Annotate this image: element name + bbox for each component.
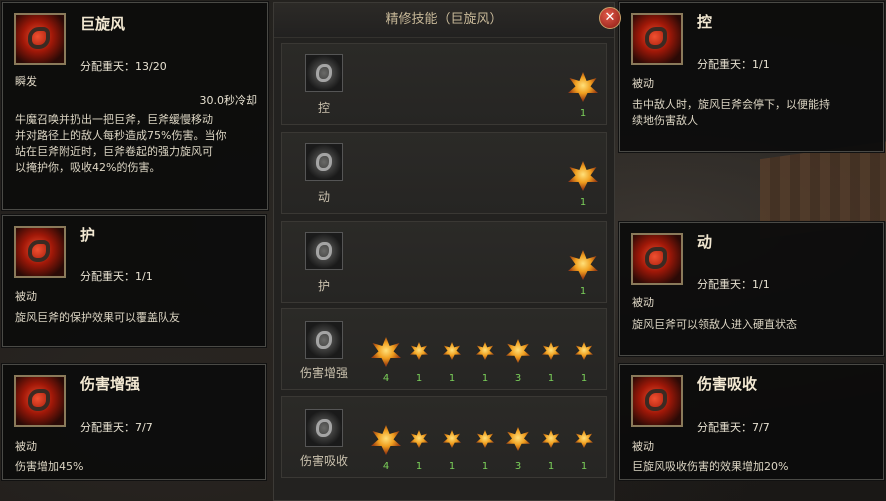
tooltip-name: 控 <box>697 13 713 31</box>
refine-star[interactable] <box>506 339 530 363</box>
refine-row-kong[interactable]: 控 1 <box>281 43 607 125</box>
tooltip-name: 动 <box>697 233 713 251</box>
tooltip-damage-absorb: 伤害吸收 分配重天：7/7 被动 巨旋风吸收伤害的效果增加20% <box>619 364 884 480</box>
close-button[interactable]: ✕ <box>599 7 621 29</box>
star-count: 1 <box>579 197 587 208</box>
tooltip-type: 被动 <box>15 440 37 453</box>
tooltip-type: 被动 <box>632 77 654 90</box>
tooltip-name: 伤害吸收 <box>697 375 758 393</box>
tooltip-type: 瞬发 <box>15 75 37 88</box>
row-label: 控 <box>317 101 330 115</box>
tooltip-kong: 控 分配重天：1/1 被动 击中敌人时，旋风巨斧会停下，以便能持 续地伤害敌人 <box>619 2 884 152</box>
tooltip-alloc: 分配重天：13/20 <box>80 60 167 73</box>
refine-star[interactable] <box>575 430 593 448</box>
refine-row-hu[interactable]: 护 1 <box>281 221 607 303</box>
tooltip-dong: 动 分配重天：1/1 被动 旋风巨斧可以领敌人进入硬直状态 <box>619 222 884 356</box>
refine-star[interactable] <box>476 430 494 448</box>
refine-star[interactable] <box>443 430 461 448</box>
star-count: 1 <box>580 461 588 472</box>
tooltip-name: 巨旋风 <box>80 15 126 33</box>
refine-skill-panel: 精修技能（巨旋风） 控 1 动 1 护 1 伤害增强 4 1 1 1 3 1 1 <box>273 2 615 501</box>
tooltip-alloc: 分配重天：1/1 <box>697 58 770 71</box>
star-count: 1 <box>579 108 587 119</box>
description-line: 伤害增加45% <box>15 460 84 473</box>
skill-icon <box>305 143 343 181</box>
panel-title: 精修技能（巨旋风） <box>274 3 614 38</box>
tooltip-description: 旋风巨斧可以领敌人进入硬直状态 <box>632 317 877 333</box>
refine-star[interactable] <box>410 342 428 360</box>
refine-row-damage-absorb[interactable]: 伤害吸收 4 1 1 1 3 1 1 <box>281 396 607 478</box>
row-label: 伤害吸收 <box>299 454 348 468</box>
tooltip-alloc: 分配重天：1/1 <box>697 278 770 291</box>
refine-row-damage-boost[interactable]: 伤害增强 4 1 1 1 3 1 1 <box>281 308 607 390</box>
tooltip-alloc: 分配重天：1/1 <box>80 270 153 283</box>
skill-icon <box>14 375 66 427</box>
star-count: 1 <box>481 461 489 472</box>
refine-row-dong[interactable]: 动 1 <box>281 132 607 214</box>
skill-icon <box>305 409 343 447</box>
tooltip-description: 巨旋风吸收伤害的效果增加20% <box>632 459 877 475</box>
refine-star[interactable] <box>443 342 461 360</box>
star-count: 1 <box>547 461 555 472</box>
tooltip-description: 伤害增加45% <box>15 459 259 475</box>
tooltip-type: 被动 <box>632 440 654 453</box>
description-line: 旋风巨斧的保护效果可以覆盖队友 <box>15 311 180 324</box>
refine-star[interactable] <box>568 72 598 102</box>
refine-star[interactable] <box>568 161 598 191</box>
star-count: 1 <box>415 373 423 384</box>
refine-star[interactable] <box>410 430 428 448</box>
skill-icon <box>631 375 683 427</box>
skill-icon <box>305 54 343 92</box>
tooltip-description: 击中敌人时，旋风巨斧会停下，以便能持 续地伤害敌人 <box>632 97 877 129</box>
tooltip-description: 牛魔召唤并扔出一把巨斧，巨斧缓慢移动 并对路径上的敌人每秒造成75%伤害。当你 … <box>15 112 260 176</box>
star-count: 1 <box>580 373 588 384</box>
tooltip-type: 被动 <box>15 290 37 303</box>
description-line: 旋风巨斧可以领敌人进入硬直状态 <box>632 318 797 331</box>
star-count: 1 <box>547 373 555 384</box>
refine-star[interactable] <box>568 250 598 280</box>
description-line: 续地伤害敌人 <box>632 114 698 127</box>
tooltip-hu: 护 分配重天：1/1 被动 旋风巨斧的保护效果可以覆盖队友 <box>2 215 266 347</box>
tooltip-damage-boost: 伤害增强 分配重天：7/7 被动 伤害增加45% <box>2 364 266 480</box>
refine-star[interactable] <box>476 342 494 360</box>
skill-icon <box>14 13 66 65</box>
star-count: 1 <box>448 373 456 384</box>
tooltip-type: 被动 <box>632 296 654 309</box>
tooltip-alloc: 分配重天：7/7 <box>697 421 770 434</box>
refine-star[interactable] <box>371 425 401 455</box>
star-count: 3 <box>514 373 522 384</box>
refine-star[interactable] <box>575 342 593 360</box>
tooltip-alloc: 分配重天：7/7 <box>80 421 153 434</box>
star-count: 1 <box>481 373 489 384</box>
tooltip-name: 护 <box>80 226 96 244</box>
tooltip-name: 伤害增强 <box>80 375 141 393</box>
skill-icon <box>305 232 343 270</box>
tooltip-cooldown: 30.0秒冷却 <box>199 94 258 107</box>
skill-icon <box>631 13 683 65</box>
description-line: 以掩护你，吸收42%的伤害。 <box>15 161 161 174</box>
description-line: 并对路径上的敌人每秒造成75%伤害。当你 <box>15 129 227 142</box>
row-label: 护 <box>317 279 330 293</box>
refine-star[interactable] <box>506 427 530 451</box>
row-label: 动 <box>317 190 330 204</box>
description-line: 站在巨斧附近时，巨斧卷起的强力旋风可 <box>15 145 213 158</box>
tooltip-main-skill: 巨旋风 分配重天：13/20 瞬发 30.0秒冷却 牛魔召唤并扔出一把巨斧，巨斧… <box>2 2 268 210</box>
refine-star[interactable] <box>542 430 560 448</box>
tooltip-description: 旋风巨斧的保护效果可以覆盖队友 <box>15 310 259 326</box>
refine-star[interactable] <box>371 337 401 367</box>
skill-icon <box>631 233 683 285</box>
skill-icon <box>14 226 66 278</box>
description-line: 巨旋风吸收伤害的效果增加20% <box>632 460 789 473</box>
star-count: 1 <box>415 461 423 472</box>
star-count: 3 <box>514 461 522 472</box>
description-line: 牛魔召唤并扔出一把巨斧，巨斧缓慢移动 <box>15 113 213 126</box>
star-count: 4 <box>382 373 390 384</box>
star-count: 1 <box>448 461 456 472</box>
row-label: 伤害增强 <box>299 366 348 380</box>
star-count: 4 <box>382 461 390 472</box>
star-count: 1 <box>579 286 587 297</box>
description-line: 击中敌人时，旋风巨斧会停下，以便能持 <box>632 98 830 111</box>
refine-star[interactable] <box>542 342 560 360</box>
skill-icon <box>305 321 343 359</box>
